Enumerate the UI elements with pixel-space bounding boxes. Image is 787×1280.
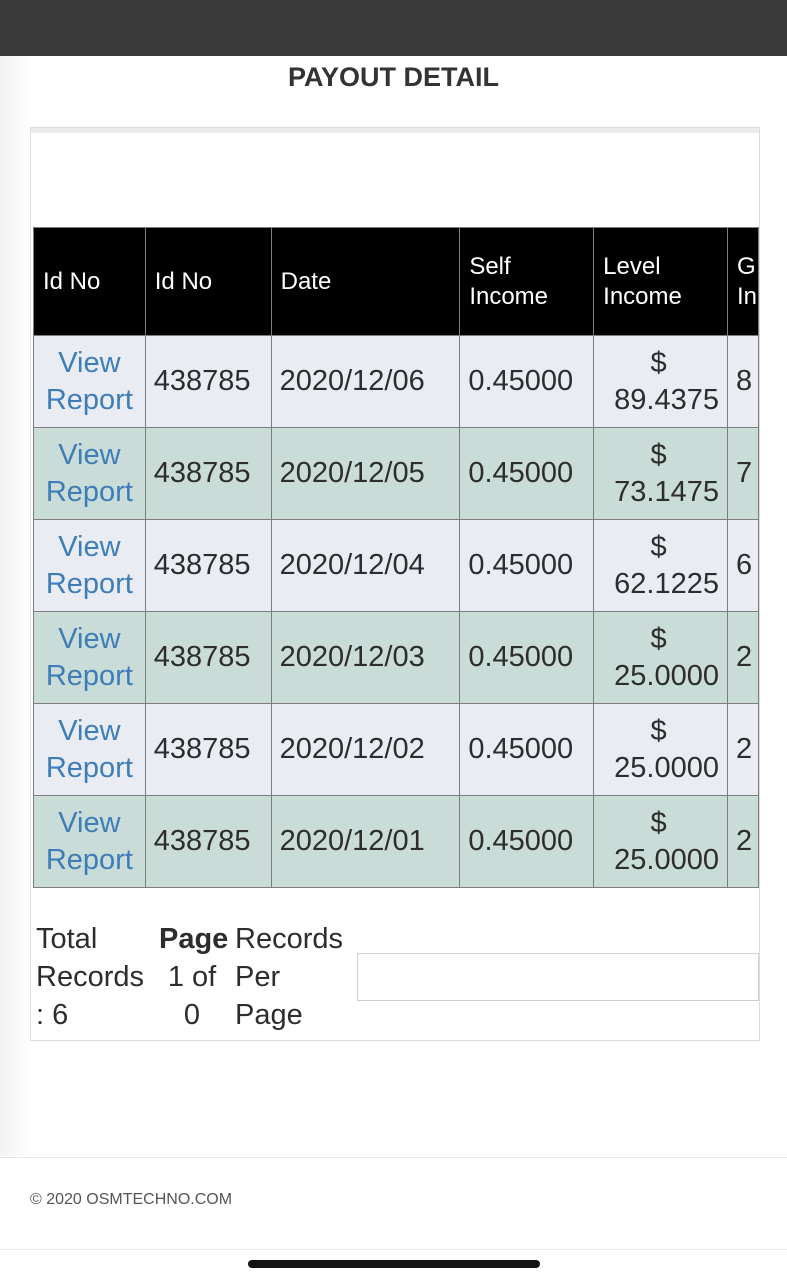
level-income-cell: $25.0000	[593, 703, 728, 796]
column-header-id-no-2[interactable]: Id No	[144, 227, 272, 336]
view-report-cell: View Report	[33, 335, 146, 428]
currency-symbol: $	[650, 346, 667, 379]
id-no-cell: 438785	[144, 795, 272, 888]
payout-table: Id No Id No Date Self Income Level Incom…	[33, 227, 759, 888]
column-header-id-no-1[interactable]: Id No	[33, 227, 146, 336]
date-cell: 2020/12/05	[270, 427, 461, 520]
footer-divider	[0, 1157, 787, 1158]
date-cell: 2020/12/04	[270, 519, 461, 612]
id-no-cell: 438785	[144, 335, 272, 428]
self-income-cell: 0.45000	[459, 795, 595, 888]
id-no-cell: 438785	[144, 519, 272, 612]
date-cell: 2020/12/02	[270, 703, 461, 796]
currency-symbol: $	[650, 622, 667, 655]
currency-symbol: $	[650, 806, 667, 839]
currency-symbol: $	[650, 530, 667, 563]
view-report-cell: View Report	[33, 427, 146, 520]
view-report-cell: View Report	[33, 795, 146, 888]
view-report-link[interactable]: View Report	[46, 623, 133, 692]
self-income-cell: 0.45000	[459, 703, 595, 796]
view-report-cell: View Report	[33, 519, 146, 612]
self-income-cell: 0.45000	[459, 427, 595, 520]
level-income-value: 25.0000	[614, 751, 719, 784]
level-income-cell: $89.4375	[593, 335, 728, 428]
level-income-value: 62.1225	[614, 567, 719, 600]
page-title: PAYOUT DETAIL	[287, 62, 500, 92]
view-report-cell: View Report	[33, 611, 146, 704]
page-value: 1 of 0	[167, 961, 217, 1031]
date-cell: 2020/12/06	[270, 335, 461, 428]
level-income-cell: $62.1225	[593, 519, 728, 612]
g-income-cell: 6	[727, 519, 759, 612]
g-income-cell: 2	[727, 703, 759, 796]
currency-symbol: $	[650, 714, 667, 747]
view-report-link[interactable]: View Report	[46, 439, 133, 508]
id-no-cell: 438785	[144, 611, 272, 704]
payout-panel: Id No Id No Date Self Income Level Incom…	[30, 127, 760, 1041]
date-cell: 2020/12/01	[270, 795, 461, 888]
date-cell: 2020/12/03	[270, 611, 461, 704]
self-income-cell: 0.45000	[459, 611, 595, 704]
table-row: View Report 438785 2020/12/01 0.45000 $25.00…	[33, 795, 759, 888]
id-no-cell: 438785	[144, 703, 272, 796]
level-income-value: 89.4375	[614, 383, 719, 416]
g-income-cell: 8	[727, 335, 759, 428]
status-bar	[0, 0, 787, 56]
view-report-link[interactable]: View Report	[46, 715, 133, 784]
currency-symbol: $	[650, 438, 667, 471]
table-row: View Report 438785 2020/12/06 0.45000 $89.43…	[33, 335, 759, 428]
page-label: Page	[159, 923, 229, 955]
level-income-value: 73.1475	[614, 475, 719, 508]
bottom-divider	[0, 1249, 787, 1250]
level-income-cell: $25.0000	[593, 611, 728, 704]
table-row: View Report 438785 2020/12/05 0.45000 $73.14…	[33, 427, 759, 520]
level-income-value: 25.0000	[614, 659, 719, 692]
table-row: View Report 438785 2020/12/02 0.45000 $25.00…	[33, 703, 759, 796]
table-row: View Report 438785 2020/12/03 0.45000 $25.00…	[33, 611, 759, 704]
id-no-cell: 438785	[144, 427, 272, 520]
level-income-value: 25.0000	[614, 843, 719, 876]
view-report-link[interactable]: View Report	[46, 531, 133, 600]
view-report-link[interactable]: View Report	[46, 807, 133, 876]
self-income-cell: 0.45000	[459, 335, 595, 428]
level-income-cell: $25.0000	[593, 795, 728, 888]
view-report-link[interactable]: View Report	[46, 347, 133, 416]
column-header-g-income[interactable]: G In	[727, 227, 759, 336]
g-income-cell: 2	[727, 611, 759, 704]
table-row: View Report 438785 2020/12/04 0.45000 $62.12…	[33, 519, 759, 612]
self-income-cell: 0.45000	[459, 519, 595, 612]
level-income-cell: $73.1475	[593, 427, 728, 520]
total-records: Total Records : 6	[36, 923, 144, 1031]
column-header-date[interactable]: Date	[270, 227, 461, 336]
column-header-self-income[interactable]: Self Income	[459, 227, 595, 336]
copyright-text: © 2020 OSMTECHNO.COM	[30, 1191, 233, 1208]
panel-top-border	[31, 128, 759, 133]
records-per-page-label: Records Per Page	[235, 923, 343, 1031]
view-report-cell: View Report	[33, 703, 146, 796]
home-indicator[interactable]	[248, 1260, 540, 1268]
g-income-cell: 2	[727, 795, 759, 888]
page-margin	[0, 56, 30, 1156]
g-income-cell: 7	[727, 427, 759, 520]
records-per-page-input[interactable]	[357, 953, 759, 1001]
table-header-row: Id No Id No Date Self Income Level Incom…	[33, 227, 759, 336]
table-footer: Total Records : 6 Page 1 of 0 Records Pe…	[33, 923, 759, 1038]
column-header-level-income[interactable]: Level Income	[593, 227, 728, 336]
